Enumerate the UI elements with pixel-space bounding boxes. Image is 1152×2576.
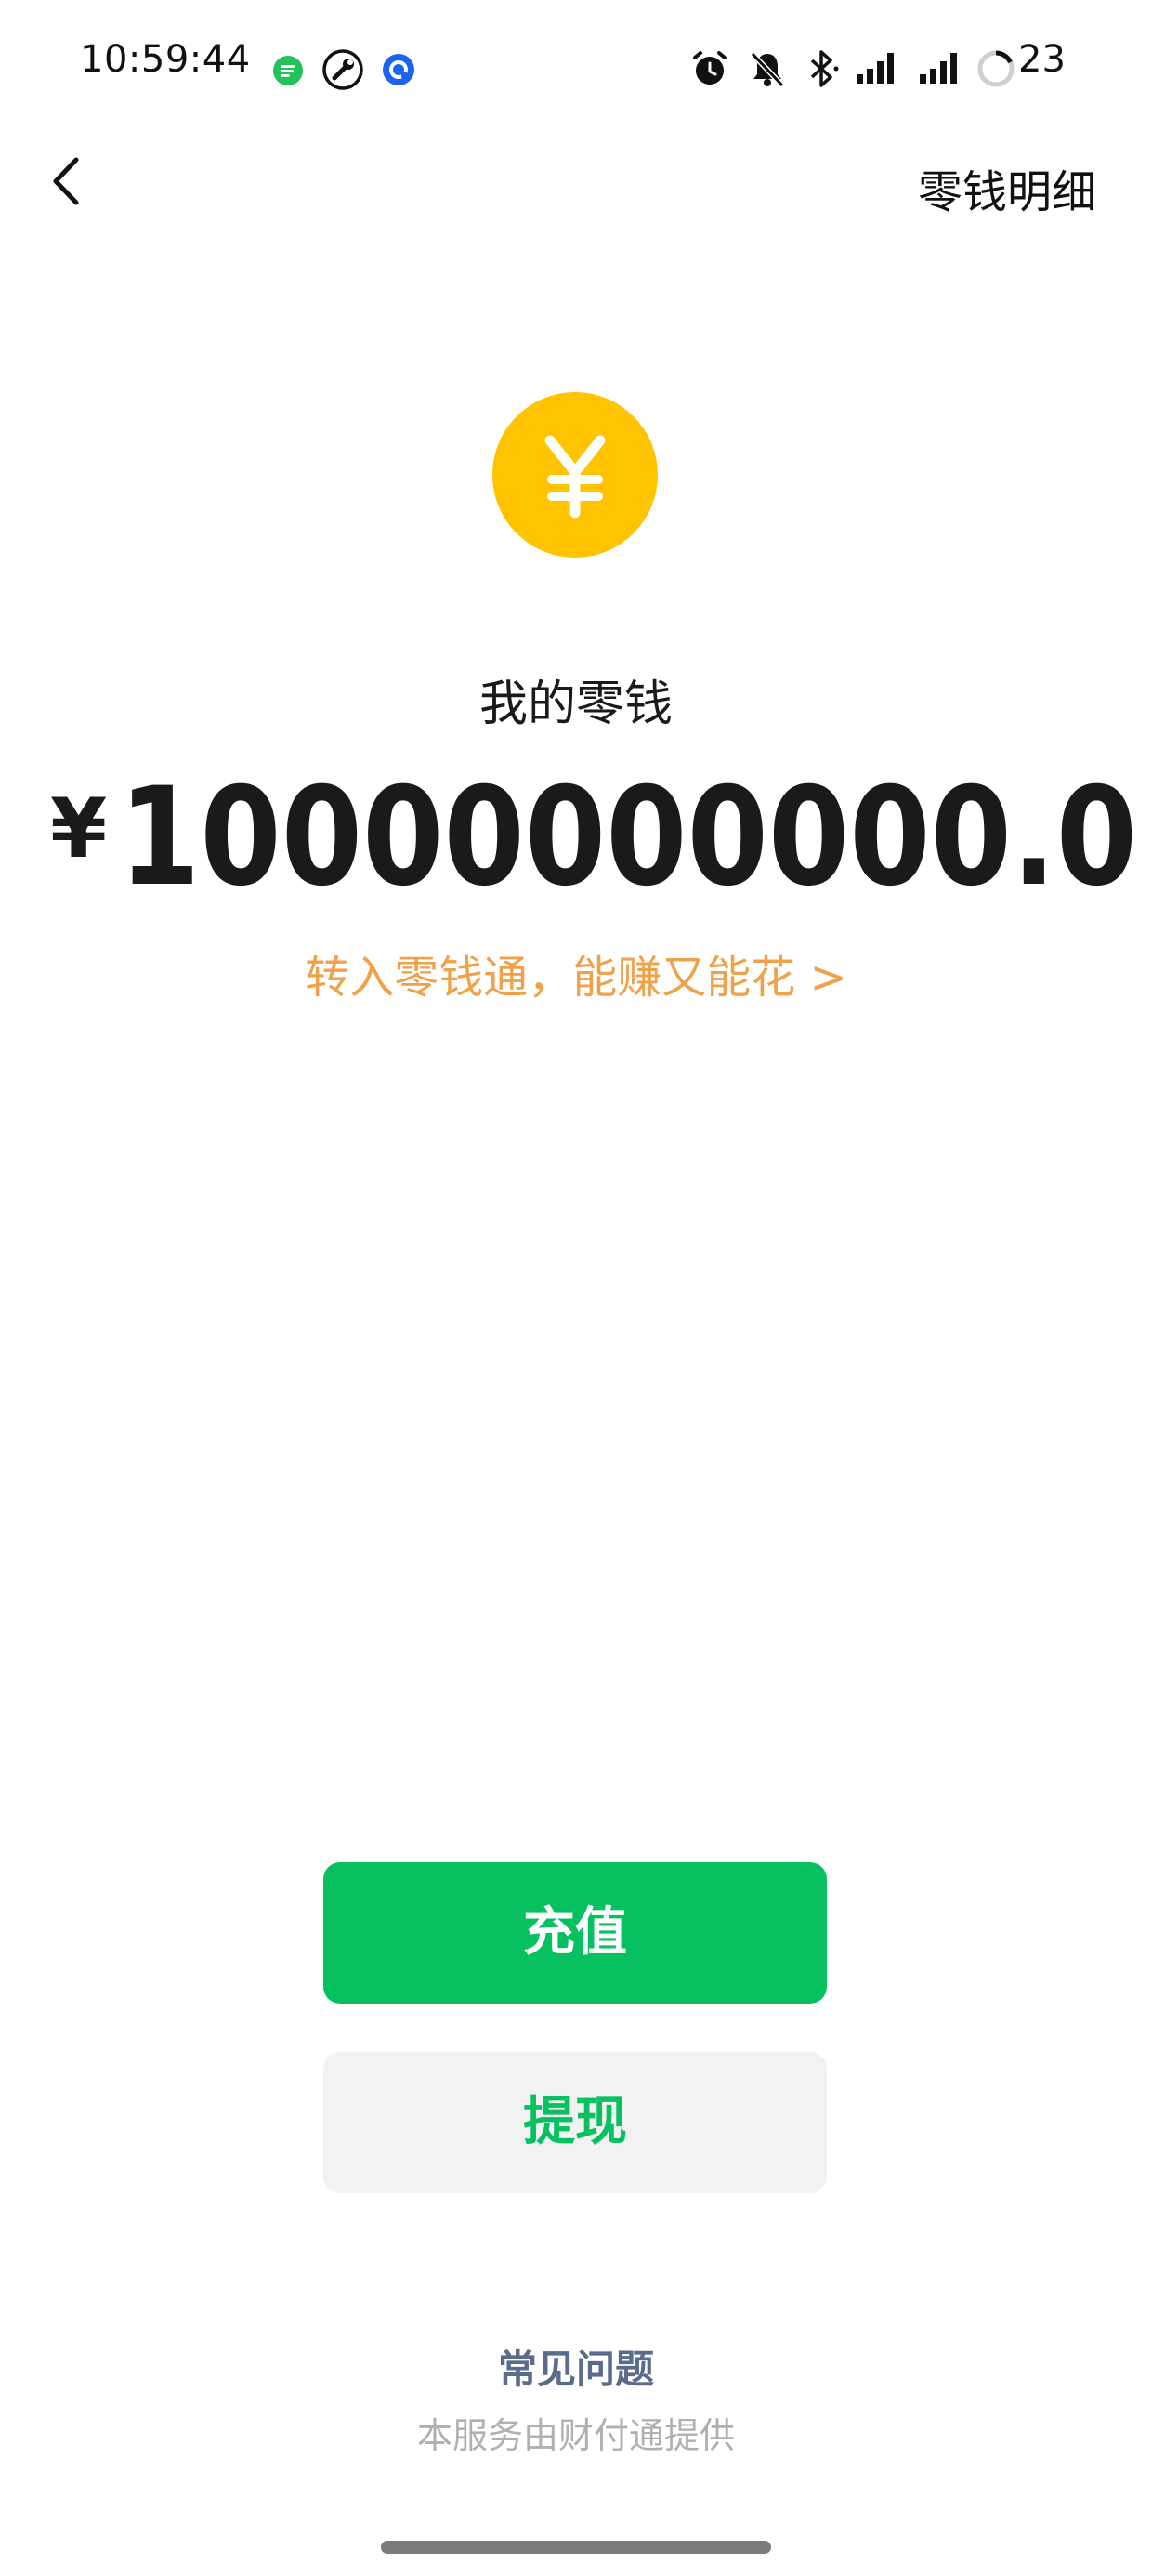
alarm-icon [689, 48, 730, 93]
balance-amount: 10000000000.0 [119, 758, 1138, 916]
transfer-to-savings-link[interactable]: 转入零钱通，能赚又能花 > [0, 950, 1152, 1005]
battery-icon [975, 48, 1016, 93]
currency-symbol: ¥ [50, 781, 108, 876]
recharge-button[interactable]: 充值 [323, 1862, 827, 2004]
withdraw-button[interactable]: 提现 [323, 2052, 827, 2193]
provider-notice: 本服务由财付通提供 [416, 2415, 735, 2456]
home-indicator[interactable] [381, 2541, 771, 2554]
yuan-coin-icon [492, 392, 658, 558]
balance-display: ¥ 10000000000.0 [46, 768, 1137, 907]
status-time: 10:59:44 [80, 38, 251, 81]
signal-icon [918, 50, 961, 91]
balance-label: 我的零钱 [478, 677, 673, 732]
back-button[interactable] [41, 149, 97, 214]
wallet-balance-page: 10:59:44 23 零钱明细 我的零钱 ¥ 10000000000.0 转入… [0, 0, 1152, 2576]
browser-app-icon [381, 52, 416, 91]
signal-icon [855, 50, 897, 91]
transaction-details-link[interactable]: 零钱明细 [918, 165, 1096, 219]
notifications-muted-icon [747, 48, 788, 93]
battery-level: 23 [1018, 38, 1066, 81]
bluetooth-icon [805, 48, 842, 93]
tools-icon [321, 48, 364, 95]
messages-app-icon [271, 54, 305, 91]
chevron-left-icon [53, 157, 79, 205]
faq-link[interactable]: 常见问题 [0, 2344, 1152, 2396]
